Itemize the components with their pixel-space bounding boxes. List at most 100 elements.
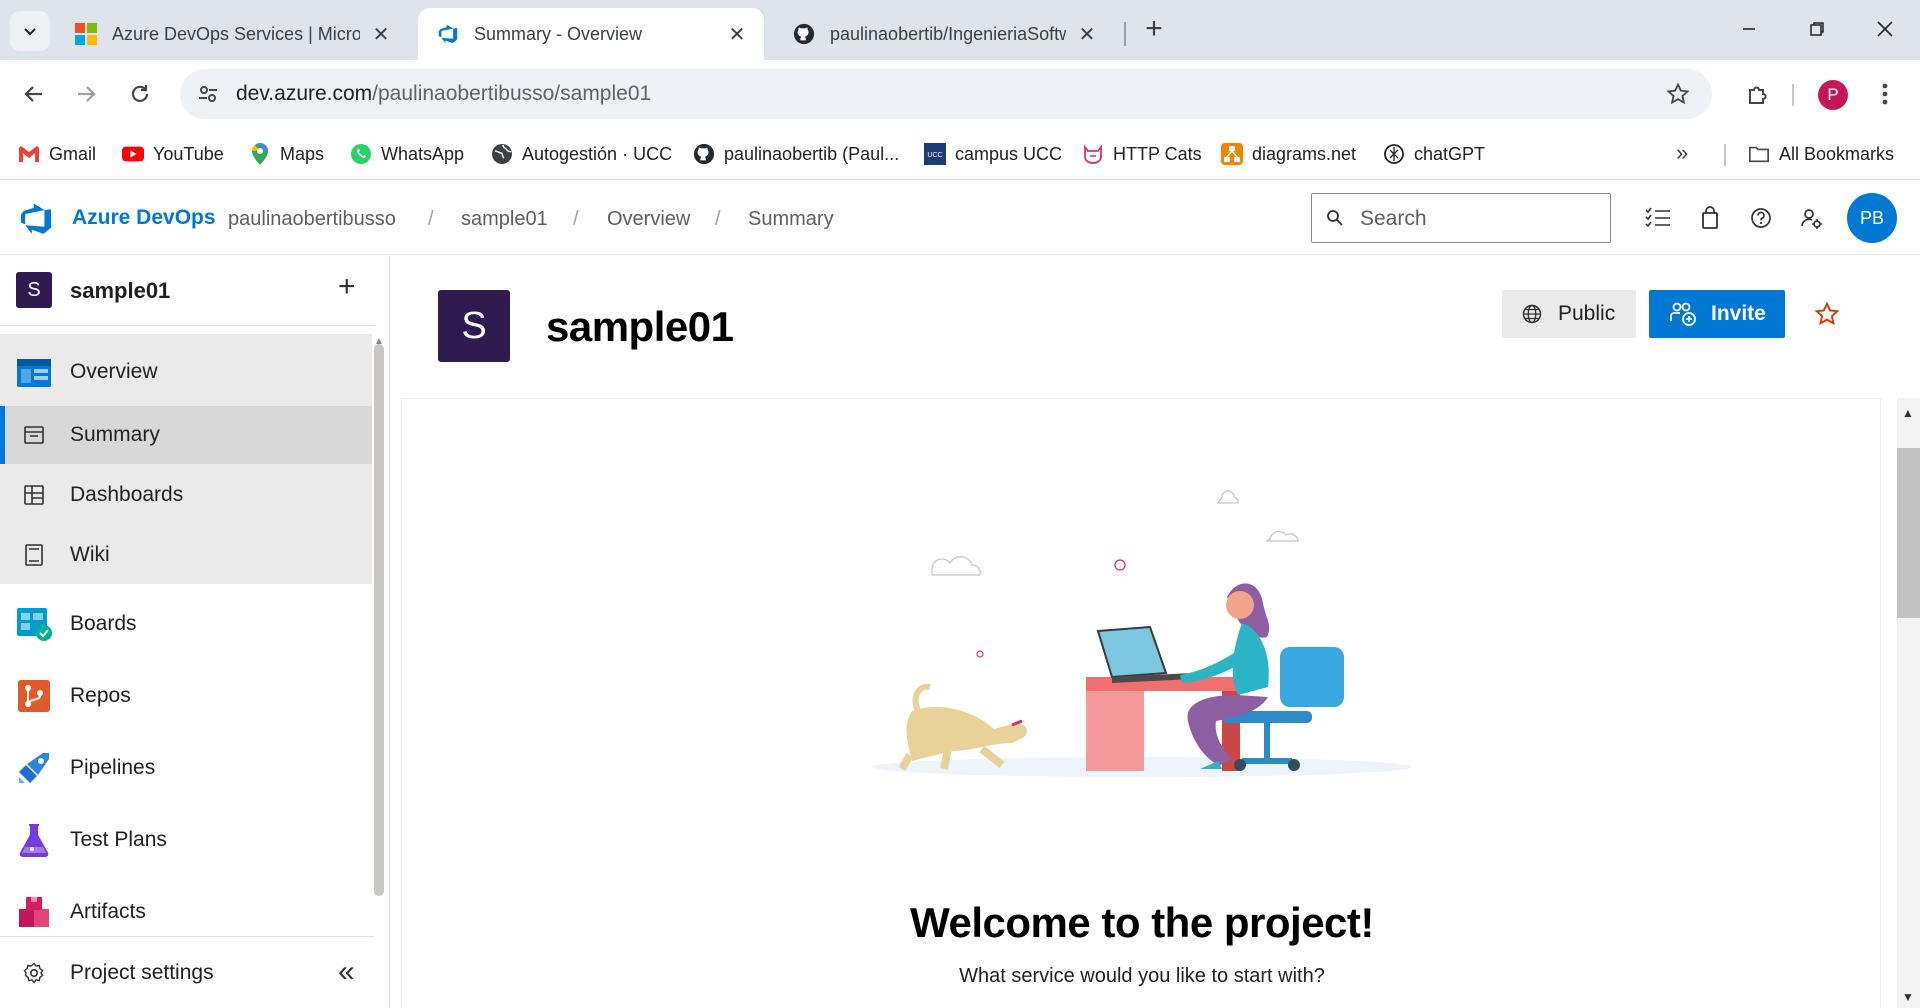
breadcrumb-organization[interactable]: paulinaobertibusso xyxy=(228,208,396,231)
sidebar-item-repos[interactable]: Repos xyxy=(0,664,372,728)
favorite-star-icon[interactable] xyxy=(1814,301,1840,327)
invite-button[interactable]: Invite xyxy=(1649,290,1785,338)
all-bookmarks-button[interactable]: All Bookmarks xyxy=(1748,140,1894,168)
wiki-icon xyxy=(16,537,52,573)
github-icon xyxy=(693,143,715,165)
bookmark-youtube[interactable]: YouTube xyxy=(122,140,224,168)
bookmark-autogestion[interactable]: Autogestión · UCC xyxy=(491,140,672,168)
sidebar-item-pipelines[interactable]: Pipelines xyxy=(0,736,372,800)
bookmark-label: Maps xyxy=(280,143,325,164)
welcome-illustration xyxy=(872,490,1412,777)
sidebar-item-summary[interactable]: Summary xyxy=(0,406,372,464)
project-header[interactable]: S sample01 + xyxy=(0,256,375,326)
azure-devops-logo-icon[interactable] xyxy=(18,201,54,237)
bookmark-campus-ucc[interactable]: UCC campus UCC xyxy=(924,140,1062,168)
chevron-down-icon xyxy=(24,28,36,36)
scroll-up-arrow[interactable]: ▲ xyxy=(1902,406,1914,420)
sidebar-item-label: Artifacts xyxy=(70,900,146,923)
browser-tab-azure-services[interactable]: Azure DevOps Services | Microsoft Azure … xyxy=(56,8,408,60)
bookmarks-overflow-button[interactable]: » xyxy=(1676,140,1688,166)
breadcrumb-summary[interactable]: Summary xyxy=(748,208,834,231)
sidebar-item-test-plans[interactable]: Test Plans xyxy=(0,808,372,872)
url-host: dev.azure.com xyxy=(236,82,373,105)
extensions-button[interactable] xyxy=(1738,74,1778,114)
globe-icon xyxy=(1522,304,1542,324)
sidebar-item-boards[interactable]: Boards xyxy=(0,592,372,656)
search-box[interactable]: Search xyxy=(1311,193,1611,243)
sidebar-item-label: Pipelines xyxy=(70,756,156,779)
whatsapp-icon xyxy=(350,143,372,165)
bookmarks-bar: Gmail YouTube Maps WhatsApp Autogestión … xyxy=(0,128,1920,180)
tab-title: paulinaobertib/IngenieriaSoftware xyxy=(830,23,1066,44)
close-icon[interactable]: ✕ xyxy=(1076,23,1098,46)
user-avatar[interactable]: PB xyxy=(1847,193,1897,243)
main-content: S sample01 Public Invite Welcome to the … xyxy=(391,256,1920,1008)
ucc-icon: UCC xyxy=(924,143,946,165)
site-settings-icon[interactable] xyxy=(194,80,222,108)
bookmark-diagrams[interactable]: diagrams.net xyxy=(1221,140,1356,168)
work-items-button[interactable] xyxy=(1643,203,1673,233)
test-plans-icon xyxy=(16,822,52,858)
bookmark-maps[interactable]: Maps xyxy=(249,140,324,168)
reload-button[interactable] xyxy=(120,74,160,114)
bookmark-chatgpt[interactable]: chatGPT xyxy=(1383,140,1485,168)
breadcrumb-separator: / xyxy=(715,208,721,230)
sidebar-footer: Project settings « xyxy=(0,936,375,1008)
close-icon[interactable]: ✕ xyxy=(370,23,392,46)
project-sidebar: S sample01 + Overview Summary Dashboards… xyxy=(0,256,390,1008)
bookmark-whatsapp[interactable]: WhatsApp xyxy=(350,140,464,168)
scroll-down-arrow[interactable]: ▼ xyxy=(1902,990,1914,1004)
close-window-button[interactable] xyxy=(1870,14,1900,44)
minimize-button[interactable] xyxy=(1734,14,1764,44)
public-label: Public xyxy=(1558,302,1616,325)
bookmark-github[interactable]: paulinaobertib (Paul... xyxy=(693,140,899,168)
bookmark-label: diagrams.net xyxy=(1252,143,1357,164)
restore-icon xyxy=(1810,22,1824,36)
address-bar[interactable]: dev.azure.com/paulinaobertibusso/sample0… xyxy=(180,69,1712,119)
project-settings-link[interactable]: Project settings xyxy=(0,937,372,1008)
close-icon[interactable]: ✕ xyxy=(726,23,748,46)
browser-menu-button[interactable] xyxy=(1870,74,1900,114)
browser-tab-summary[interactable]: Summary - Overview ✕ xyxy=(418,8,764,60)
help-button[interactable] xyxy=(1746,203,1776,233)
sidebar-item-overview[interactable]: Overview xyxy=(0,340,372,404)
sidebar-item-dashboards[interactable]: Dashboards xyxy=(0,466,372,524)
svg-text:UCC: UCC xyxy=(927,152,942,159)
sidebar-scrollbar[interactable] xyxy=(374,344,384,896)
sidebar-item-label: Repos xyxy=(70,684,131,707)
collapse-sidebar-button[interactable]: « xyxy=(338,955,355,989)
project-avatar: S xyxy=(16,272,52,308)
breadcrumb-project[interactable]: sample01 xyxy=(461,208,548,231)
main-scrollbar-thumb[interactable] xyxy=(1897,448,1920,618)
more-vertical-icon xyxy=(1882,83,1888,105)
brand-link[interactable]: Azure DevOps xyxy=(72,206,216,230)
shopping-bag-icon xyxy=(1702,206,1718,229)
profile-avatar[interactable]: P xyxy=(1818,80,1848,110)
repos-icon xyxy=(16,678,52,714)
sidebar-item-artifacts[interactable]: Artifacts xyxy=(0,880,372,944)
tab-search-button[interactable] xyxy=(10,11,50,51)
breadcrumb-overview[interactable]: Overview xyxy=(607,208,690,231)
forward-button[interactable] xyxy=(66,74,106,114)
project-avatar-large: S xyxy=(438,290,510,362)
tab-title: Azure DevOps Services | Microsoft Azure xyxy=(112,23,360,44)
add-button[interactable]: + xyxy=(338,270,356,304)
openai-icon xyxy=(1383,143,1405,165)
bookmark-gmail[interactable]: Gmail xyxy=(18,140,96,168)
page-title: sample01 xyxy=(546,303,734,350)
back-button[interactable] xyxy=(14,74,54,114)
maps-icon xyxy=(249,143,271,165)
bookmark-star-icon[interactable] xyxy=(1664,80,1692,108)
browser-tab-github[interactable]: paulinaobertib/IngenieriaSoftware ✕ xyxy=(774,8,1114,60)
sidebar-item-wiki[interactable]: Wiki xyxy=(0,526,372,584)
bookmark-http-cats[interactable]: HTTP Cats xyxy=(1082,140,1202,168)
pipelines-icon xyxy=(16,750,52,786)
marketplace-button[interactable] xyxy=(1695,203,1725,233)
bookmark-label: campus UCC xyxy=(955,143,1063,164)
folder-icon xyxy=(1748,143,1770,165)
user-settings-button[interactable] xyxy=(1796,203,1826,233)
public-visibility-button[interactable]: Public xyxy=(1502,290,1636,338)
sidebar-item-label: Dashboards xyxy=(70,483,184,506)
new-tab-button[interactable]: + xyxy=(1138,14,1170,46)
restore-button[interactable] xyxy=(1802,14,1832,44)
